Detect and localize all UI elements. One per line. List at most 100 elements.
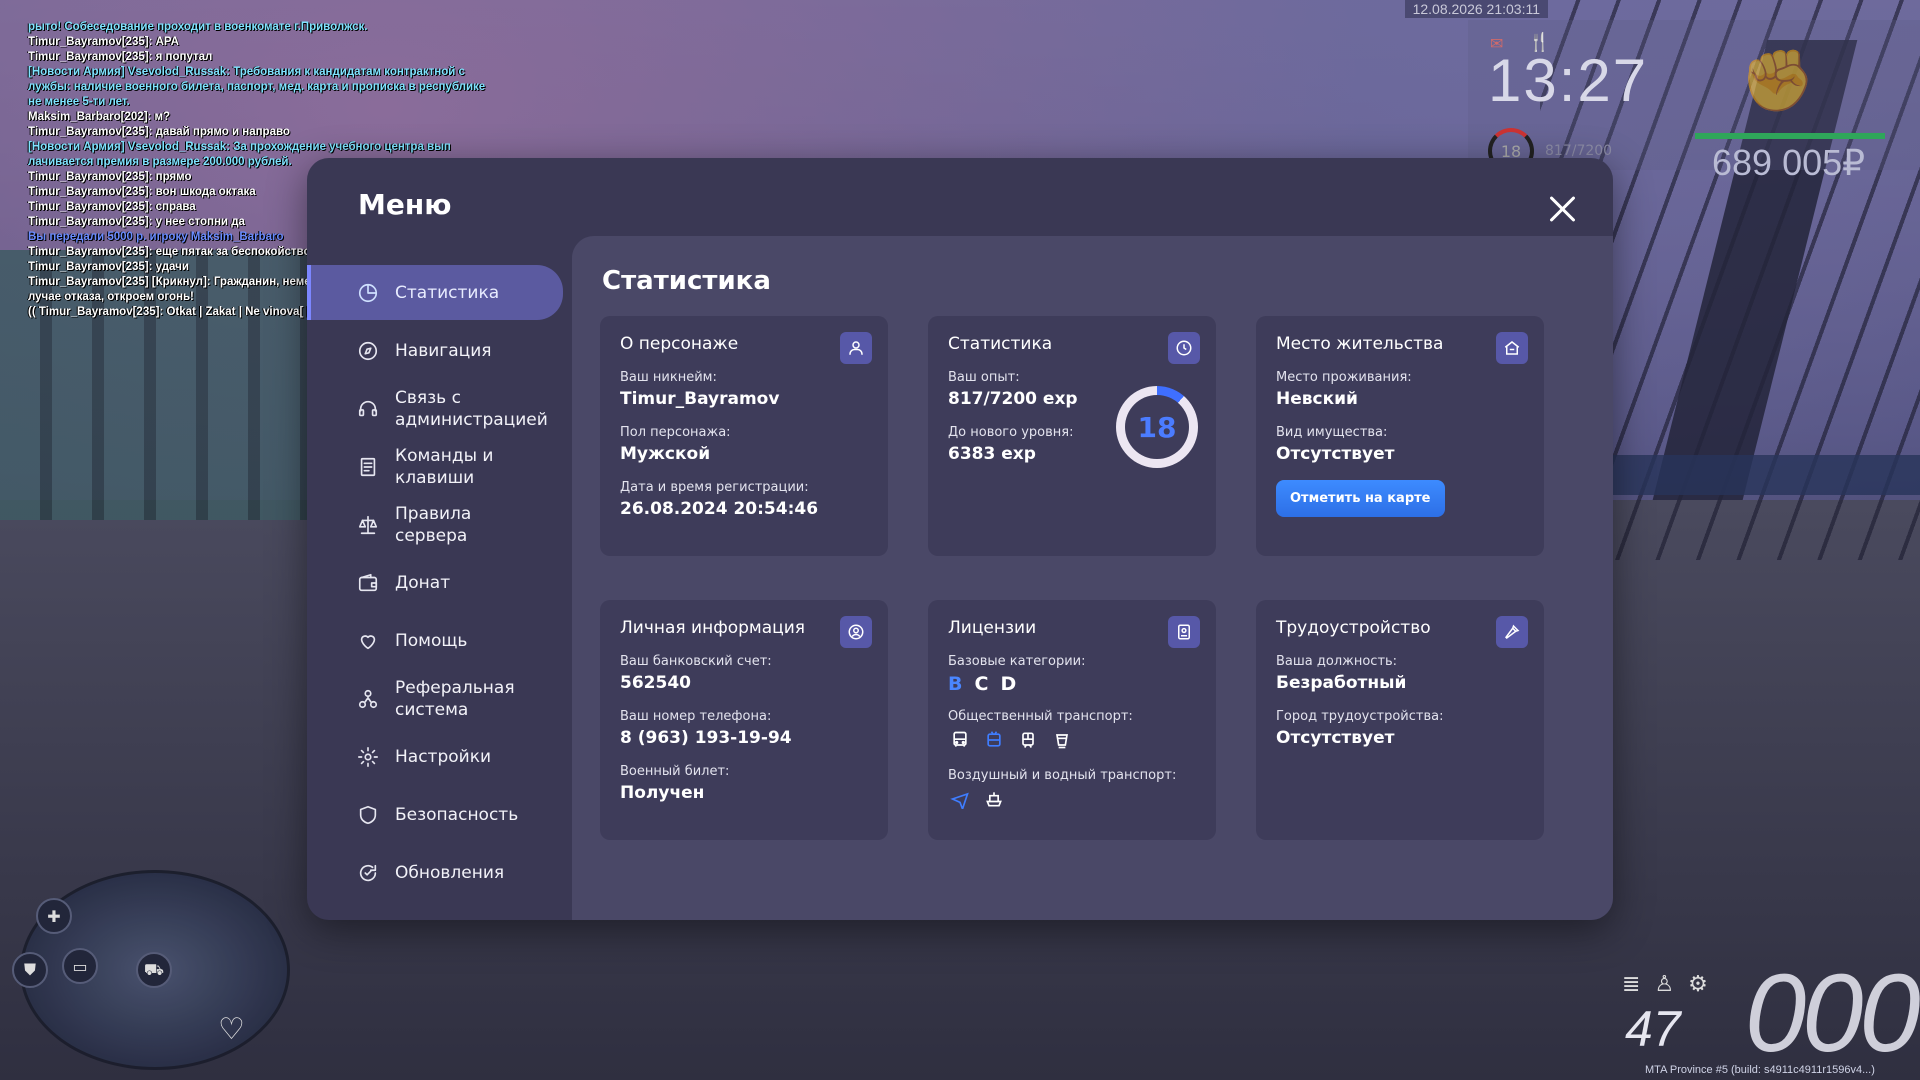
sidebar-item-0[interactable]: Статистика xyxy=(307,265,563,320)
public-transport-icons xyxy=(948,728,1196,752)
metro-icon xyxy=(1050,728,1074,752)
sidebar-item-5[interactable]: Донат xyxy=(307,555,563,610)
card-statistics: Статистика Ваш опыт: 817/7200 exp До нов… xyxy=(928,316,1216,556)
bank-value: 562540 xyxy=(620,673,691,693)
sidebar-item-3[interactable]: Команды и клавиши xyxy=(307,439,563,494)
engine-icon: ⚙ xyxy=(1688,972,1708,997)
base-categories-label: Базовые категории: xyxy=(948,654,1086,669)
minimap-heart-icon: ♡ xyxy=(218,1012,245,1047)
hud-datetime: 12.08.2026 21:03:11 xyxy=(1404,0,1548,18)
sidebar-item-6[interactable]: Помощь xyxy=(307,613,563,668)
minimap-plus-icon[interactable]: ✚ xyxy=(36,898,72,934)
category-c: C xyxy=(974,673,989,695)
hud-money: 689 005₽ xyxy=(1712,142,1866,183)
stats-title: Статистика xyxy=(602,266,771,296)
speed-readout: 000 xyxy=(1745,952,1920,1075)
sidebar-item-label: Правила сервера xyxy=(395,503,472,546)
chat-line: не менее 5-ти лет. xyxy=(28,96,130,108)
tram-icon xyxy=(1016,728,1040,752)
build-info: MTA Province #5 (build: s4911c4911r1596v… xyxy=(1645,1064,1875,1076)
sidebar-item-label: Навигация xyxy=(395,340,492,361)
hammer-icon xyxy=(1496,616,1528,648)
minimap-car-icon[interactable]: ⛟ xyxy=(136,952,172,988)
gender-label: Пол персонажа: xyxy=(620,425,731,440)
chat-line: Maksim_Barbaro[202]: м? xyxy=(28,111,171,123)
sidebar-item-label: Обновления xyxy=(395,862,505,883)
chat-line: [Новости Армия] Vsevolod_Russak: За прох… xyxy=(28,141,451,153)
airplane-icon xyxy=(948,787,972,811)
employment-city-value: Отсутствует xyxy=(1276,728,1395,748)
employment-city-label: Город трудоустройства: xyxy=(1276,709,1444,724)
document-icon xyxy=(355,454,381,480)
sidebar-item-7[interactable]: Реферальная система xyxy=(307,671,563,726)
military-label: Военный билет: xyxy=(620,764,730,779)
chat-line: рыто! Собеседование проходит в военкомат… xyxy=(28,21,368,33)
residence-value: Невский xyxy=(1276,389,1358,409)
menu-window: Меню Статистика Навигация Связь с админист… xyxy=(307,158,1613,920)
stats-panel: Статистика О персонаже Ваш никнейм: Timu… xyxy=(572,236,1613,920)
card-personal-info: Личная информация Ваш банковский счет: 5… xyxy=(600,600,888,840)
sidebar-item-10[interactable]: Обновления xyxy=(307,845,563,900)
user-circle-icon xyxy=(840,616,872,648)
wallet-icon xyxy=(355,570,381,596)
phone-label: Ваш номер телефона: xyxy=(620,709,772,724)
bank-label: Ваш банковский счет: xyxy=(620,654,772,669)
sidebar-item-4[interactable]: Правила сервера xyxy=(307,497,563,552)
card-character: О персонаже Ваш никнейм: Timur_Bayramov … xyxy=(600,316,888,556)
sidebar-item-2[interactable]: Связь с администрацией xyxy=(307,381,563,436)
clock-icon xyxy=(1168,332,1200,364)
scales-icon xyxy=(355,512,381,538)
category-b: B xyxy=(948,673,963,695)
card-title: О персонаже xyxy=(620,334,739,354)
user-icon xyxy=(840,332,872,364)
bus-icon xyxy=(948,728,972,752)
nickname-value: Timur_Bayramov xyxy=(620,389,780,409)
sidebar-item-9[interactable]: Безопасность xyxy=(307,787,563,842)
shield-icon xyxy=(355,802,381,828)
chat-line: Timur_Bayramov[235]: давай прямо и напра… xyxy=(28,126,290,138)
trolleybus-icon xyxy=(982,728,1006,752)
heart-hands-icon xyxy=(355,628,381,654)
registration-value: 26.08.2024 20:54:46 xyxy=(620,499,819,519)
military-value: Получен xyxy=(620,783,705,803)
level-progress-ring: 18 xyxy=(1116,386,1198,468)
hud-clock: 13:27 xyxy=(1488,47,1649,114)
position-value: Безработный xyxy=(1276,673,1407,693)
sidebar-item-8[interactable]: Настройки xyxy=(307,729,563,784)
chat-line: Timur_Bayramov[235]: я попутал xyxy=(28,51,213,63)
card-title: Лицензии xyxy=(948,618,1037,638)
sidebar-item-label: Донат xyxy=(395,572,451,593)
compass-icon xyxy=(355,338,381,364)
background-sea xyxy=(1610,455,1920,495)
exp-label: Ваш опыт: xyxy=(948,370,1020,385)
sidebar-item-label: Безопасность xyxy=(395,804,519,825)
registration-label: Дата и время регистрации: xyxy=(620,480,809,495)
headlight-icon: ≣ xyxy=(1622,972,1641,997)
menu-sidebar: Статистика Навигация Связь с администрацие… xyxy=(307,265,563,903)
sidebar-item-label: Статистика xyxy=(395,282,500,303)
pie-chart-icon xyxy=(355,280,381,306)
chat-line: Timur_Bayramov[235]: АРА xyxy=(28,36,179,48)
minimap-bus-icon[interactable]: ▭ xyxy=(62,948,98,984)
gear-icon xyxy=(355,744,381,770)
health-bar xyxy=(1695,133,1885,139)
property-label: Вид имущества: xyxy=(1276,425,1388,440)
card-title: Личная информация xyxy=(620,618,806,638)
seatbelt-icon: ♙ xyxy=(1654,972,1675,997)
card-licenses: Лицензии Базовые категории: B C D Общест… xyxy=(928,600,1216,840)
card-title: Статистика xyxy=(948,334,1053,354)
fuel-readout: 47 xyxy=(1625,1001,1681,1057)
sidebar-item-1[interactable]: Навигация xyxy=(307,323,563,378)
minimap-shield-icon[interactable]: ⛊ xyxy=(12,952,48,988)
boat-icon xyxy=(982,787,1006,811)
license-categories: B C D xyxy=(948,673,1196,695)
close-icon[interactable] xyxy=(1547,194,1577,224)
chat-line: [Новости Армия] Vsevolod_Russak: Требова… xyxy=(28,66,465,78)
mark-on-map-button[interactable]: Отметить на карте xyxy=(1276,480,1445,517)
sidebar-item-label: Связь с администрацией xyxy=(395,387,548,430)
sidebar-item-label: Команды и клавиши xyxy=(395,445,494,488)
hud-xp: 817/7200 xyxy=(1545,143,1613,159)
home-icon xyxy=(1496,332,1528,364)
menu-title: Меню xyxy=(358,188,452,221)
sidebar-item-label: Реферальная система xyxy=(395,677,515,720)
